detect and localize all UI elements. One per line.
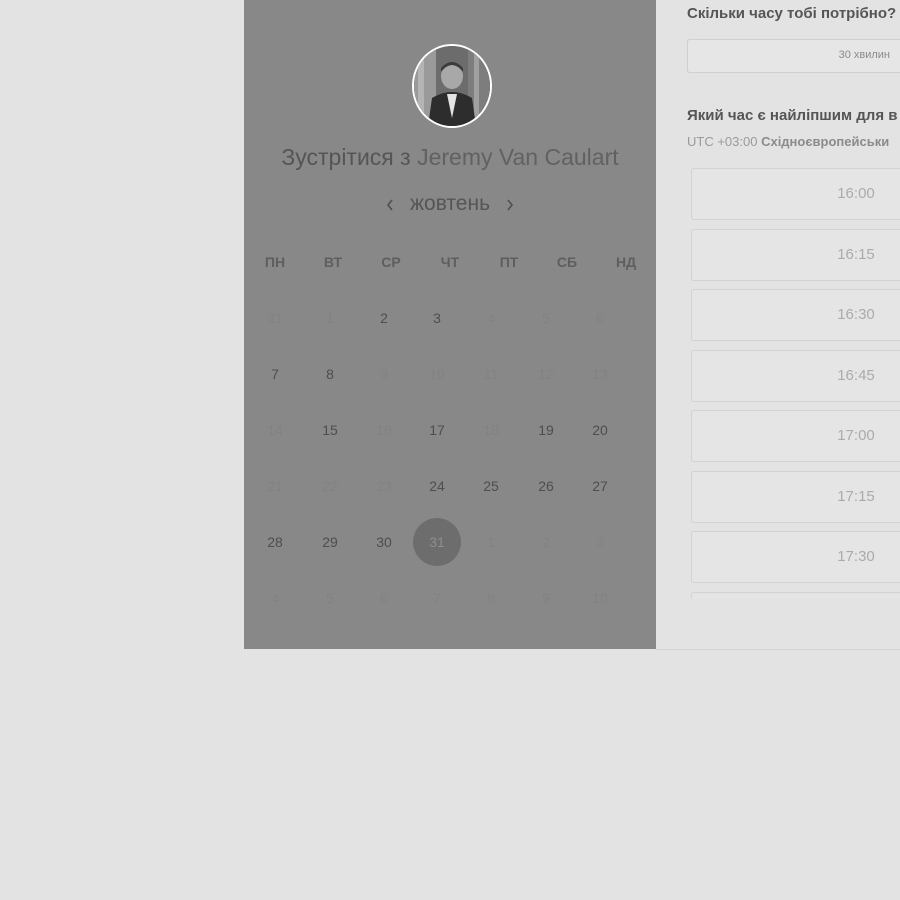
calendar-day[interactable]: 27 bbox=[576, 462, 624, 510]
calendar-day: 31 bbox=[267, 310, 283, 326]
calendar-day: 18 bbox=[483, 422, 499, 438]
time-slot-button[interactable]: 17:00 bbox=[691, 410, 900, 462]
calendar-day: 5 bbox=[326, 590, 334, 606]
calendar-day[interactable]: 29 bbox=[306, 518, 354, 566]
calendar-day: 10 bbox=[429, 366, 445, 382]
calendar-day: 10 bbox=[592, 590, 608, 606]
calendar-day[interactable]: 15 bbox=[306, 406, 354, 454]
calendar-day[interactable]: 20 bbox=[576, 406, 624, 454]
calendar-day: 2 bbox=[542, 534, 550, 550]
calendar-day: 8 bbox=[487, 590, 495, 606]
calendar-day[interactable]: 28 bbox=[251, 518, 299, 566]
calendar-day: 6 bbox=[596, 310, 604, 326]
duration-value: 30 хвилин bbox=[838, 49, 890, 61]
calendar-day: 22 bbox=[322, 478, 338, 494]
calendar-day[interactable]: 26 bbox=[522, 462, 570, 510]
calendar-day: 4 bbox=[271, 590, 279, 606]
calendar-day[interactable]: 8 bbox=[306, 350, 354, 398]
calendar-day: 9 bbox=[542, 590, 550, 606]
calendar-day[interactable]: 3 bbox=[413, 294, 461, 342]
timezone-name: Східноєвропейськи bbox=[761, 134, 890, 149]
duration-select[interactable]: 30 хвилин bbox=[687, 39, 900, 73]
calendar-day[interactable]: 30 bbox=[360, 518, 408, 566]
calendar-day: 9 bbox=[380, 366, 388, 382]
calendar-day: 6 bbox=[380, 590, 388, 606]
calendar-day: 4 bbox=[487, 310, 495, 326]
calendar-day[interactable]: 17 bbox=[413, 406, 461, 454]
calendar-day: 21 bbox=[267, 478, 283, 494]
time-slot-label: 17:00 bbox=[837, 427, 875, 444]
time-slot-button[interactable]: 16:45 bbox=[691, 349, 900, 402]
booking-panel: Скільки часу тобі потрібно? 30 хвилин Як… bbox=[656, 0, 900, 650]
calendar-day-selected[interactable]: 31 bbox=[413, 518, 461, 566]
timezone-label[interactable]: UTC +03:00 Східноєвропейськи bbox=[687, 134, 889, 149]
time-slot-label: 16:15 bbox=[837, 245, 875, 263]
duration-question: Скільки часу тобі потрібно? bbox=[687, 5, 897, 22]
time-slot-label: 16:30 bbox=[837, 306, 875, 323]
calendar-day: 7 bbox=[433, 590, 441, 606]
calendar-day: 12 bbox=[538, 366, 554, 382]
time-slot-button[interactable]: 16:30 bbox=[691, 289, 900, 341]
time-slot-button[interactable]: 16:15 bbox=[691, 228, 900, 281]
calendar-day: 1 bbox=[487, 534, 495, 550]
timezone-offset: UTC +03:00 bbox=[687, 134, 758, 149]
calendar-day[interactable]: 25 bbox=[467, 462, 515, 510]
calendar-day: 3 bbox=[596, 534, 604, 550]
calendar-day: 16 bbox=[376, 422, 392, 438]
time-slot-label: 16:45 bbox=[837, 366, 875, 384]
calendar-panel: Зустрітися з Jeremy Van Caulart жовтень … bbox=[244, 0, 656, 649]
calendar-day: 14 bbox=[267, 422, 283, 438]
calendar-day[interactable]: 2 bbox=[360, 294, 408, 342]
time-question: Який час є найліпшим для в bbox=[687, 107, 898, 124]
calendar-day: 13 bbox=[592, 366, 608, 382]
calendar-day[interactable]: 19 bbox=[522, 406, 570, 454]
calendar-day: 5 bbox=[542, 310, 550, 326]
time-slot-label: 17:30 bbox=[837, 548, 875, 565]
time-slot-button[interactable] bbox=[691, 591, 900, 598]
time-slot-label: 17:15 bbox=[837, 487, 875, 505]
time-slot-button[interactable]: 16:00 bbox=[691, 168, 900, 220]
time-slot-button[interactable]: 17:30 bbox=[691, 531, 900, 583]
calendar-grid: 31 1 2 3 4 5 6 7 8 9 10 11 12 13 14 15 16 17 18 19 20 21 22 23 2… bbox=[244, 0, 656, 649]
time-slot-button[interactable]: 17:15 bbox=[691, 470, 900, 523]
time-slot-label: 16:00 bbox=[837, 185, 875, 202]
calendar-day: 1 bbox=[326, 310, 334, 326]
calendar-day: 11 bbox=[483, 366, 499, 382]
calendar-day: 23 bbox=[376, 478, 392, 494]
calendar-day[interactable]: 24 bbox=[413, 462, 461, 510]
time-slot-list: 16:00 16:15 16:30 16:45 17:00 17:15 17:30 bbox=[691, 168, 900, 598]
calendar-day[interactable]: 7 bbox=[251, 350, 299, 398]
